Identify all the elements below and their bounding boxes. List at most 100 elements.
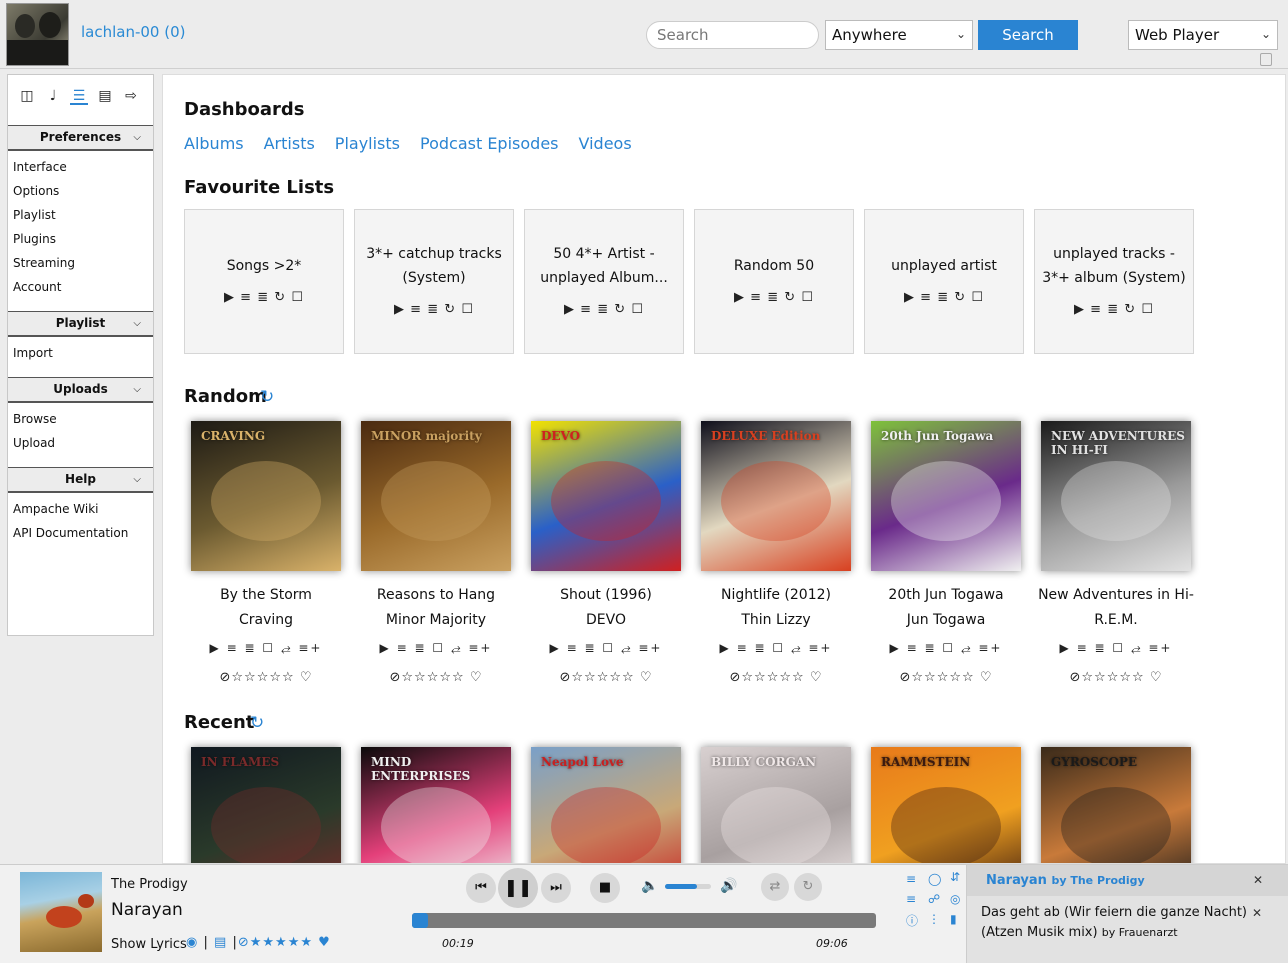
- album-cover[interactable]: 20th Jun Togawa: [871, 421, 1021, 571]
- add-to-playlist-icon[interactable]: ☐: [772, 641, 785, 655]
- album-artist[interactable]: Minor Majority: [351, 612, 521, 628]
- play-next-icon[interactable]: ≡: [580, 302, 592, 317]
- expand-icon[interactable]: ⇵: [950, 870, 960, 884]
- album-cover[interactable]: MIND ENTERPRISES: [361, 747, 511, 863]
- play-icon[interactable]: ▶︎: [224, 290, 235, 305]
- favourite-list-name-line2[interactable]: (System): [359, 266, 509, 290]
- play-icon[interactable]: ▶︎: [720, 641, 731, 655]
- favourite-list-card[interactable]: Random 50 ▶︎ ≡ ≣ ↻ ☐: [694, 209, 854, 354]
- sidebar-section-preferences[interactable]: Preferences ⌵: [8, 125, 153, 151]
- album-name[interactable]: By the Storm: [181, 587, 351, 603]
- album-artist[interactable]: Craving: [181, 612, 351, 628]
- album-cover[interactable]: RAMMSTEIN: [871, 747, 1021, 863]
- sidebar-item-browse[interactable]: Browse: [13, 407, 153, 431]
- favourite-list-card[interactable]: unplayed tracks -3*+ album (System) ▶︎ ≡ …: [1034, 209, 1194, 354]
- clear-rating-icon[interactable]: ⊘: [900, 670, 912, 685]
- sidebar-section-uploads[interactable]: Uploads ⌵: [8, 377, 153, 403]
- rating-stars[interactable]: ☆☆☆☆☆: [401, 670, 464, 685]
- heart-icon[interactable]: ♡: [980, 670, 993, 685]
- player-type-select[interactable]: Web Player ⌄: [1128, 20, 1278, 50]
- play-last-icon[interactable]: ≣: [427, 302, 439, 317]
- clear-rating-icon[interactable]: ⊘: [220, 670, 232, 685]
- album-name[interactable]: 20th Jun Togawa: [861, 587, 1031, 603]
- favourite-list-card[interactable]: Songs >2* ▶︎ ≡ ≣ ↻ ☐: [184, 209, 344, 354]
- play-last-icon[interactable]: ≣: [244, 641, 256, 655]
- sidebar-section-help[interactable]: Help ⌵: [8, 467, 153, 493]
- close-icon[interactable]: ✕: [1253, 873, 1263, 887]
- album-cover[interactable]: DEVO: [531, 421, 681, 571]
- add-to-playlist-icon[interactable]: ☐: [942, 641, 955, 655]
- album-cover[interactable]: IN FLAMES: [191, 747, 341, 863]
- play-next-icon[interactable]: ≡: [920, 290, 932, 305]
- shuffle-icon[interactable]: ⥄: [621, 641, 633, 655]
- add-icon[interactable]: ≡+: [1148, 641, 1172, 655]
- favourite-list-name[interactable]: unplayed tracks -: [1039, 242, 1189, 266]
- album-cover[interactable]: CRAVING: [191, 421, 341, 571]
- loop-icon[interactable]: ↻: [614, 302, 626, 317]
- play-next-icon[interactable]: ≡: [240, 290, 252, 305]
- refresh-random-icon[interactable]: ↻: [260, 387, 274, 407]
- info-icon[interactable]: ⓘ: [906, 912, 918, 929]
- shuffle-button[interactable]: ⇄: [761, 873, 789, 901]
- album-artist[interactable]: R.E.M.: [1031, 612, 1201, 628]
- play-icon[interactable]: ▶︎: [734, 290, 745, 305]
- sidebar-section-playlist[interactable]: Playlist ⌵: [8, 311, 153, 337]
- previous-button[interactable]: ⏮: [466, 873, 496, 903]
- play-last-icon[interactable]: ≣: [1107, 302, 1119, 317]
- clear-rating-icon[interactable]: ⊘: [1070, 670, 1082, 685]
- favourite-list-name[interactable]: unplayed artist: [869, 254, 1019, 278]
- loop-icon[interactable]: ↻: [954, 290, 966, 305]
- add-to-playlist-icon[interactable]: ☐: [631, 302, 644, 317]
- broadcast-icon[interactable]: ◎: [950, 892, 960, 906]
- share-icon[interactable]: ☍: [928, 892, 940, 906]
- play-last-icon[interactable]: ≣: [414, 641, 426, 655]
- sidebar-item-upload[interactable]: Upload: [13, 431, 153, 455]
- rating-stars[interactable]: ★★★★★: [250, 935, 313, 950]
- logout-icon[interactable]: ⇨: [122, 87, 140, 105]
- progress-bar[interactable]: [412, 913, 876, 928]
- volume-up-icon[interactable]: 🔊: [720, 878, 737, 894]
- username-link[interactable]: lachlan-00 (0): [81, 23, 186, 41]
- play-last-icon[interactable]: ≣: [1094, 641, 1106, 655]
- search-button[interactable]: Search: [978, 20, 1078, 50]
- rating-stars[interactable]: ☆☆☆☆☆: [911, 670, 974, 685]
- heart-icon[interactable]: ♡: [640, 670, 653, 685]
- album-name[interactable]: New Adventures in Hi-: [1031, 587, 1201, 603]
- play-last-icon[interactable]: ≣: [257, 290, 269, 305]
- preferences-icon[interactable]: ☰: [70, 87, 88, 105]
- heart-icon[interactable]: ♡: [300, 670, 313, 685]
- shuffle-icon[interactable]: ⥄: [961, 641, 973, 655]
- clear-rating-icon[interactable]: ⊘: [730, 670, 742, 685]
- dashboard-link-podcast-episodes[interactable]: Podcast Episodes: [420, 134, 559, 153]
- sidebar-item-account[interactable]: Account: [13, 275, 153, 299]
- add-to-playlist-icon[interactable]: ☐: [291, 290, 304, 305]
- heart-icon[interactable]: ♥: [318, 935, 331, 950]
- shuffle-icon[interactable]: ⥄: [281, 641, 293, 655]
- playlist-next-item[interactable]: Das geht ab (Wir feiern die ganze Nacht)…: [981, 903, 1261, 943]
- now-playing-title[interactable]: Narayan: [111, 900, 183, 920]
- play-next-icon[interactable]: ≡: [567, 641, 579, 655]
- album-name[interactable]: Reasons to Hang: [351, 587, 521, 603]
- rating-stars[interactable]: ☆☆☆☆☆: [571, 670, 634, 685]
- sidebar-item-playlist[interactable]: Playlist: [13, 203, 153, 227]
- sidebar-item-ampache-wiki[interactable]: Ampache Wiki: [13, 497, 153, 521]
- clear-rating-icon[interactable]: ⊘: [238, 935, 250, 950]
- favourite-list-card[interactable]: 3*+ catchup tracks (System) ▶︎ ≡ ≣ ↻ ☐: [354, 209, 514, 354]
- play-last-icon[interactable]: ≣: [584, 641, 596, 655]
- add-icon[interactable]: ≡+: [808, 641, 832, 655]
- sidebar-toggle-icon[interactable]: [1260, 53, 1272, 66]
- rating-stars[interactable]: ☆☆☆☆☆: [1081, 670, 1144, 685]
- add-to-playlist-icon[interactable]: ☐: [801, 290, 814, 305]
- dashboard-link-albums[interactable]: Albums: [184, 134, 244, 153]
- play-icon[interactable]: ▶︎: [394, 302, 405, 317]
- add-to-playlist-icon[interactable]: ☐: [1141, 302, 1154, 317]
- add-icon[interactable]: ≡+: [468, 641, 492, 655]
- admin-icon[interactable]: ▤: [96, 87, 114, 105]
- pause-button[interactable]: ❚❚: [498, 868, 538, 908]
- play-next-icon[interactable]: ≡: [397, 641, 409, 655]
- album-cover[interactable]: Neapol Love: [531, 747, 681, 863]
- queue-icon[interactable]: ≡: [906, 892, 916, 906]
- play-last-icon[interactable]: ≣: [754, 641, 766, 655]
- play-next-icon[interactable]: ≡: [227, 641, 239, 655]
- heart-icon[interactable]: ♡: [810, 670, 823, 685]
